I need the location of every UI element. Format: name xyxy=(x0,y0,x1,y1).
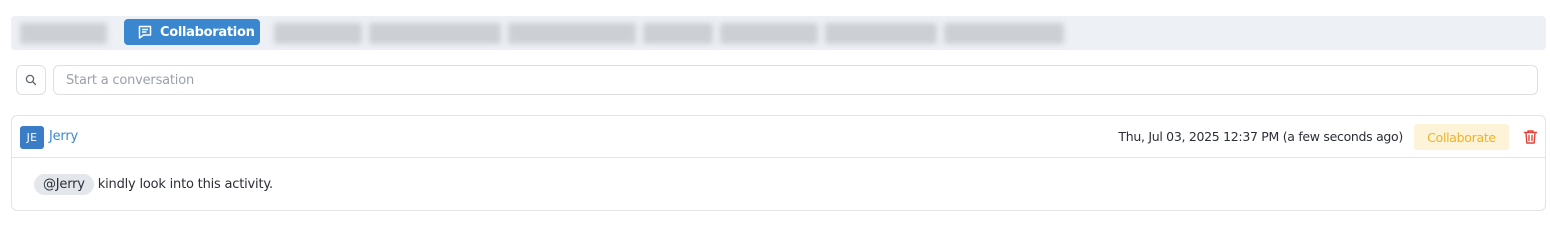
tab-collaboration[interactable]: Collaboration xyxy=(124,19,260,45)
comment-card: JE Jerry Thu, Jul 03, 2025 12:37 PM (a f… xyxy=(11,115,1546,211)
author-name[interactable]: Jerry xyxy=(49,129,78,144)
blurred-tab[interactable] xyxy=(825,23,937,44)
avatar: JE xyxy=(20,126,44,149)
message-square-icon xyxy=(137,24,153,40)
blurred-tab[interactable] xyxy=(20,23,107,44)
blurred-tab[interactable] xyxy=(720,23,818,44)
blurred-tab[interactable] xyxy=(944,23,1064,44)
trash-icon[interactable] xyxy=(1521,128,1539,146)
mention-tag[interactable]: @Jerry xyxy=(34,173,94,195)
comment-header: JE Jerry Thu, Jul 03, 2025 12:37 PM (a f… xyxy=(12,116,1545,158)
blurred-tab[interactable] xyxy=(508,23,636,44)
collaborate-button[interactable]: Collaborate xyxy=(1414,124,1509,150)
comment-text: kindly look into this activity. xyxy=(97,176,273,192)
blurred-tab[interactable] xyxy=(643,23,713,44)
tab-bar: Collaboration xyxy=(11,16,1546,50)
search-button[interactable] xyxy=(16,65,46,95)
comment-body: @Jerry kindly look into this activity. xyxy=(12,158,1545,210)
comment-timestamp: Thu, Jul 03, 2025 12:37 PM (a few second… xyxy=(1118,129,1403,144)
blurred-tab[interactable] xyxy=(369,23,501,44)
conversation-input[interactable] xyxy=(53,65,1538,95)
blurred-tab[interactable] xyxy=(274,23,362,44)
tab-collaboration-label: Collaboration xyxy=(160,24,255,40)
search-icon xyxy=(25,71,37,90)
